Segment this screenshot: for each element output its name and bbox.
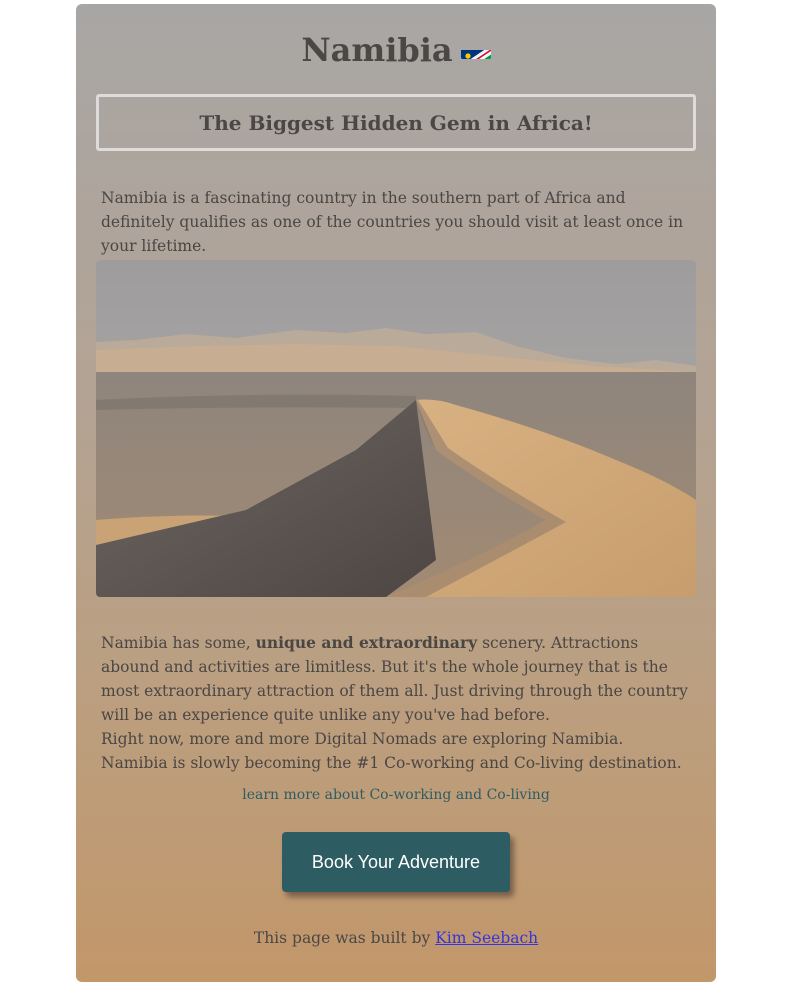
intro-paragraph: Namibia is a fascinating country in the … — [101, 189, 684, 255]
footer-text: This page was built by — [253, 929, 436, 947]
author-link[interactable]: Kim Seebach — [435, 929, 538, 947]
subtitle-text: The Biggest Hidden Gem in Africa! — [199, 110, 593, 135]
main-card: Namibia The Biggest Hidden Gem in Africa… — [76, 4, 716, 982]
description-emphasis: unique and extraordinary — [255, 633, 478, 652]
page-title: Namibia — [76, 30, 716, 70]
description-paragraph-1: Namibia has some, unique and extraordina… — [101, 631, 693, 727]
page-title-text: Namibia — [301, 31, 453, 69]
learn-more-link[interactable]: learn more about Co-working and Co-livin… — [76, 787, 716, 803]
subtitle-banner: The Biggest Hidden Gem in Africa! — [96, 94, 696, 151]
desert-dune-photo — [96, 260, 696, 597]
description-paragraph-2: Right now, more and more Digital Nomads … — [101, 730, 682, 772]
namibia-flag-icon — [460, 39, 491, 59]
book-adventure-button[interactable]: Book Your Adventure — [282, 832, 510, 892]
description-text-start: Namibia has some, — [101, 634, 256, 652]
footer: This page was built by Kim Seebach — [76, 929, 716, 947]
description-text: Namibia has some, unique and extraordina… — [101, 631, 693, 775]
